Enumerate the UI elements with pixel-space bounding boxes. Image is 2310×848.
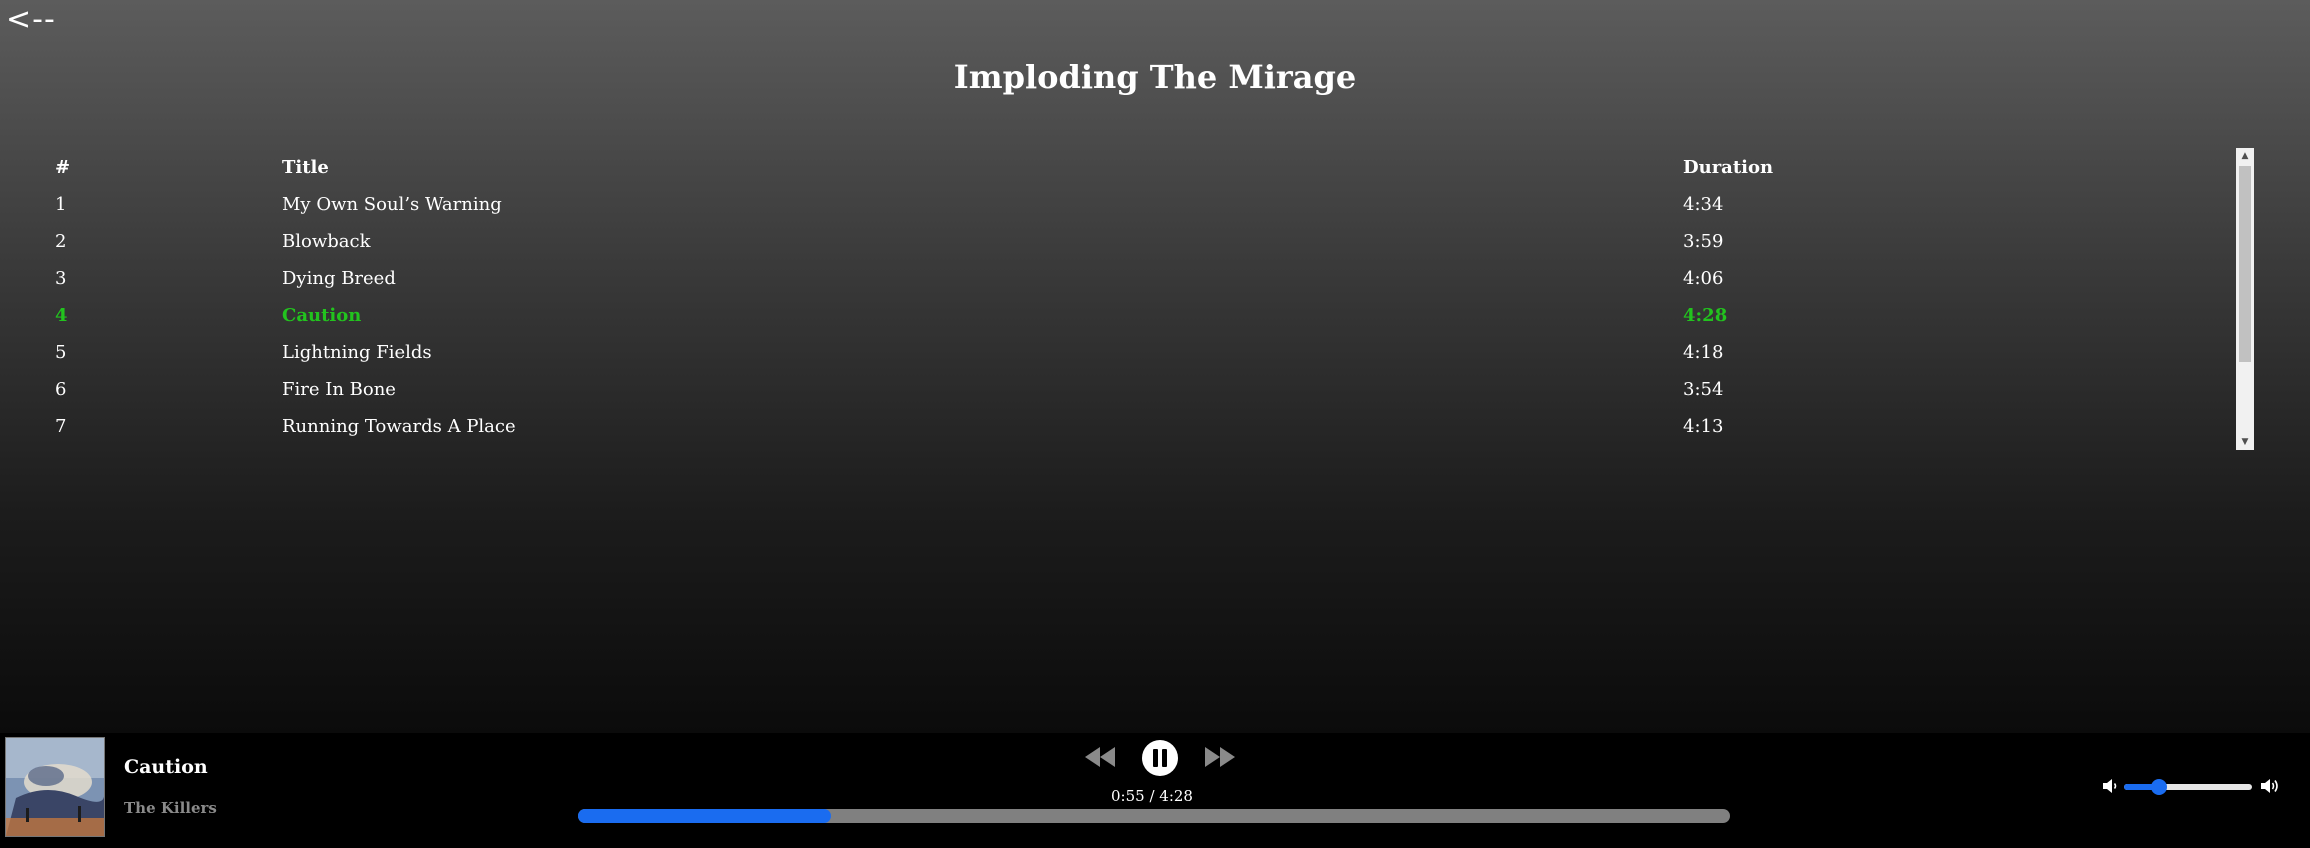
track-number: 3 bbox=[55, 268, 67, 289]
track-row[interactable]: 3 Dying Breed 4:06 bbox=[55, 260, 2235, 297]
track-number: 6 bbox=[55, 379, 67, 400]
pause-icon[interactable] bbox=[1141, 739, 1179, 781]
track-list-scrollbar[interactable]: ▲ ▼ bbox=[2236, 148, 2254, 450]
track-title: Fire In Bone bbox=[282, 379, 396, 400]
track-row[interactable]: 7 Running Towards A Place 4:13 bbox=[55, 408, 2235, 445]
track-title: Dying Breed bbox=[282, 268, 396, 289]
track-row[interactable]: 1 My Own Soul’s Warning 4:34 bbox=[55, 186, 2235, 223]
album-view: <-- Imploding The Mirage # Title Duratio… bbox=[0, 0, 2310, 733]
volume-slider-thumb[interactable] bbox=[2150, 779, 2167, 795]
track-row[interactable]: 5 Lightning Fields 4:18 bbox=[55, 334, 2235, 371]
track-duration: 3:59 bbox=[1683, 231, 1724, 252]
track-row[interactable]: 2 Blowback 3:59 bbox=[55, 223, 2235, 260]
column-header-duration: Duration bbox=[1683, 156, 1774, 178]
track-title: Blowback bbox=[282, 231, 371, 252]
track-list-container[interactable]: # Title Duration 1 My Own Soul’s Warning… bbox=[55, 148, 2255, 448]
music-player-app: <-- Imploding The Mirage # Title Duratio… bbox=[0, 0, 2310, 848]
track-number: 5 bbox=[55, 342, 67, 363]
column-header-title: Title bbox=[282, 156, 329, 178]
progress-bar-fill bbox=[578, 809, 832, 823]
track-number: 7 bbox=[55, 416, 67, 437]
playback-time: 0:55 / 4:28 bbox=[1111, 787, 1193, 805]
progress-bar[interactable] bbox=[578, 809, 1730, 823]
volume-slider[interactable] bbox=[2124, 779, 2252, 795]
track-title: Caution bbox=[282, 305, 362, 326]
track-duration: 4:06 bbox=[1683, 268, 1724, 289]
track-table-header: # Title Duration bbox=[55, 148, 2235, 186]
track-title: Lightning Fields bbox=[282, 342, 432, 363]
rewind-icon[interactable] bbox=[1084, 746, 1116, 772]
track-duration: 3:54 bbox=[1683, 379, 1724, 400]
track-table-body: 1 My Own Soul’s Warning 4:34 2 Blowback … bbox=[55, 186, 2235, 445]
track-duration: 4:28 bbox=[1683, 305, 1728, 326]
track-duration: 4:13 bbox=[1683, 416, 1724, 437]
column-header-number: # bbox=[55, 156, 71, 178]
track-title: Running Towards A Place bbox=[282, 416, 516, 437]
scroll-up-arrow-icon[interactable]: ▲ bbox=[2236, 148, 2254, 164]
now-playing-title: Caution bbox=[124, 756, 208, 778]
fast-forward-icon[interactable] bbox=[1204, 746, 1236, 772]
track-row[interactable]: 6 Fire In Bone 3:54 bbox=[55, 371, 2235, 408]
track-number: 1 bbox=[55, 194, 67, 215]
track-title: My Own Soul’s Warning bbox=[282, 194, 502, 215]
track-duration: 4:34 bbox=[1683, 194, 1724, 215]
volume-low-icon[interactable] bbox=[2102, 777, 2120, 799]
track-number: 4 bbox=[55, 305, 68, 326]
volume-high-icon[interactable] bbox=[2260, 776, 2282, 800]
album-cover-art bbox=[5, 737, 105, 837]
playback-controls bbox=[1080, 736, 1240, 780]
player-bar: Caution The Killers 0:55 / 4:28 bbox=[0, 733, 2310, 848]
track-row-active[interactable]: 4 Caution 4:28 bbox=[55, 297, 2235, 334]
track-number: 2 bbox=[55, 231, 67, 252]
album-title: Imploding The Mirage bbox=[953, 58, 1357, 96]
now-playing-artist: The Killers bbox=[124, 799, 217, 817]
track-table: # Title Duration 1 My Own Soul’s Warning… bbox=[55, 148, 2235, 445]
scroll-down-arrow-icon[interactable]: ▼ bbox=[2236, 434, 2254, 450]
scrollbar-thumb[interactable] bbox=[2239, 166, 2251, 362]
back-link[interactable]: <-- bbox=[6, 2, 56, 37]
track-duration: 4:18 bbox=[1683, 342, 1724, 363]
